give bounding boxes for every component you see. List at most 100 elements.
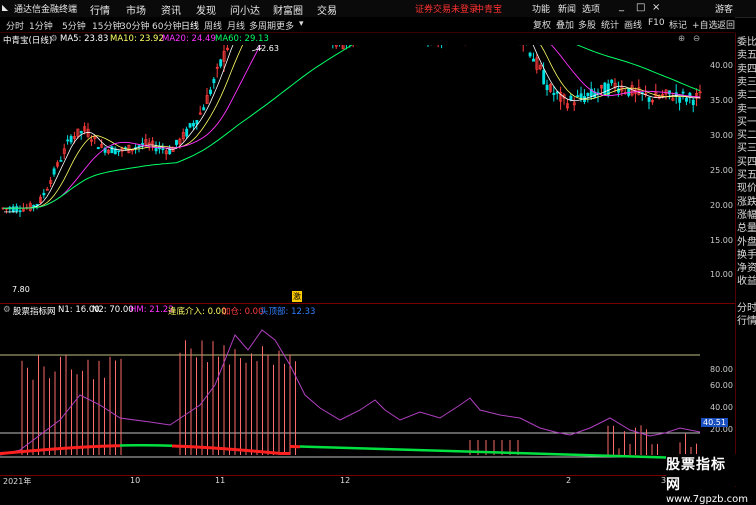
band-segment-green: [534, 452, 536, 455]
band-segment-green: [344, 446, 346, 450]
band-segment-green: [536, 452, 538, 455]
band-segment-red: [90, 445, 92, 449]
toolbar-back[interactable]: 返回: [715, 18, 737, 31]
band-segment-red: [202, 445, 204, 449]
settings-icon[interactable]: ⚙: [50, 34, 58, 44]
y-tick-40: 40.00: [710, 61, 733, 70]
band-segment-red: [78, 445, 80, 449]
band-segment-red: [12, 450, 14, 454]
period-tab-30min[interactable]: 30分钟: [120, 19, 149, 32]
band-segment-red: [14, 450, 16, 454]
candle-body: [569, 95, 573, 101]
band-segment-red: [298, 445, 300, 449]
period-tab-more[interactable]: 更多: [276, 19, 294, 32]
chevron-down-icon[interactable]: ▾: [299, 19, 304, 29]
toolbar-fuquan[interactable]: 复权: [531, 18, 553, 31]
candle-body: [110, 146, 114, 154]
period-tab-weekly[interactable]: 周线: [204, 19, 222, 32]
minimize-icon[interactable]: _: [619, 1, 624, 12]
period-tab-daily[interactable]: 日线: [181, 19, 199, 32]
band-segment-red: [208, 446, 210, 450]
band-segment-green: [380, 447, 382, 451]
maximize-icon[interactable]: □: [636, 2, 645, 13]
close-icon[interactable]: ×: [652, 2, 660, 13]
ma10-value: MA10: 23.92: [110, 34, 164, 44]
band-segment-green: [434, 449, 436, 452]
band-segment-green: [528, 452, 530, 455]
menu-xinwen[interactable]: 新闻: [558, 2, 576, 15]
band-segment-green: [428, 449, 430, 452]
band-segment-red: [68, 446, 70, 450]
expand-icon[interactable]: ⊕: [678, 34, 685, 44]
band-segment-red: [92, 445, 94, 449]
candlestick-chart[interactable]: [0, 45, 735, 303]
band-segment-green: [338, 446, 340, 449]
indicator-chart[interactable]: [0, 316, 735, 475]
side-panel-item: 买一: [737, 116, 756, 128]
band-segment-green: [166, 444, 168, 447]
band-segment-red: [266, 450, 268, 454]
band-segment-red: [80, 445, 82, 449]
band-segment-green: [532, 452, 534, 455]
band-segment-red: [96, 444, 98, 448]
band-segment-red: [220, 447, 222, 451]
menu-gongneng[interactable]: 功能: [532, 2, 550, 15]
band-segment-red: [4, 451, 6, 455]
band-segment-green: [148, 444, 150, 447]
toolbar-biaoji[interactable]: 标记: [667, 18, 689, 31]
band-segment-green: [660, 456, 662, 459]
band-segment-green: [120, 444, 122, 447]
candle-body: [96, 147, 100, 150]
band-segment-green: [562, 453, 564, 456]
toolbar-f10[interactable]: F10: [646, 18, 667, 30]
candle-body: [685, 97, 688, 102]
band-segment-green: [502, 451, 504, 454]
band-segment-red: [226, 447, 228, 451]
menu-caifuquan[interactable]: 财富圈: [273, 2, 303, 17]
toolbar-duogu[interactable]: 多股: [576, 18, 598, 31]
period-tab-60min[interactable]: 60分钟: [152, 19, 181, 32]
period-tab-fenshi[interactable]: 分时: [6, 19, 24, 32]
candle-body: [681, 91, 685, 94]
toolbar-huaxian[interactable]: 画线: [622, 18, 644, 31]
period-tab-monthly[interactable]: 月线: [227, 19, 245, 32]
menu-faxian[interactable]: 发现: [196, 2, 216, 17]
menu-zixun[interactable]: 资讯: [161, 2, 181, 17]
menu-jiaoyi[interactable]: 交易: [317, 2, 337, 17]
band-segment-red: [64, 446, 66, 450]
candle-body: [195, 120, 199, 125]
period-tab-multi[interactable]: 多周期: [249, 19, 276, 32]
band-segment-red: [84, 445, 86, 449]
band-segment-red: [196, 445, 198, 449]
side-panel-item[interactable]: 行情: [737, 315, 756, 328]
band-segment-green: [456, 449, 458, 453]
band-segment-red: [94, 445, 96, 449]
guest-label[interactable]: 游客: [715, 2, 733, 15]
band-segment-red: [192, 445, 194, 449]
low-price-label: 7.80: [12, 285, 30, 294]
band-segment-green: [514, 451, 516, 455]
band-segment-red: [232, 447, 234, 451]
band-segment-green: [640, 455, 642, 458]
indicator-settings-icon[interactable]: ⚙: [3, 305, 11, 315]
period-tab-1min[interactable]: 1分钟: [29, 19, 53, 32]
band-segment-green: [484, 450, 486, 454]
menu-shichang[interactable]: 市场: [126, 2, 146, 17]
band-segment-red: [212, 446, 214, 450]
side-panel-item[interactable]: 分时: [737, 302, 756, 315]
band-segment-red: [176, 444, 178, 448]
menu-hangqing[interactable]: 行情: [90, 2, 110, 17]
band-segment-green: [370, 447, 372, 450]
menu-wenxiaoda[interactable]: 问小达: [230, 2, 260, 17]
menu-xuanxiang[interactable]: 选项: [582, 2, 600, 15]
band-segment-green: [504, 451, 506, 454]
band-segment-red: [210, 446, 212, 450]
login-notice[interactable]: 证券交易未登录: [415, 2, 478, 15]
band-segment-red: [292, 445, 294, 449]
toolbar-tongji[interactable]: 统计: [599, 18, 621, 31]
period-tab-5min[interactable]: 5分钟: [62, 19, 86, 32]
collapse-icon[interactable]: ⊖: [693, 34, 700, 44]
period-tab-15min[interactable]: 15分钟: [92, 19, 121, 32]
toolbar-diejia[interactable]: 叠加: [554, 18, 576, 31]
candle-body: [52, 168, 56, 175]
